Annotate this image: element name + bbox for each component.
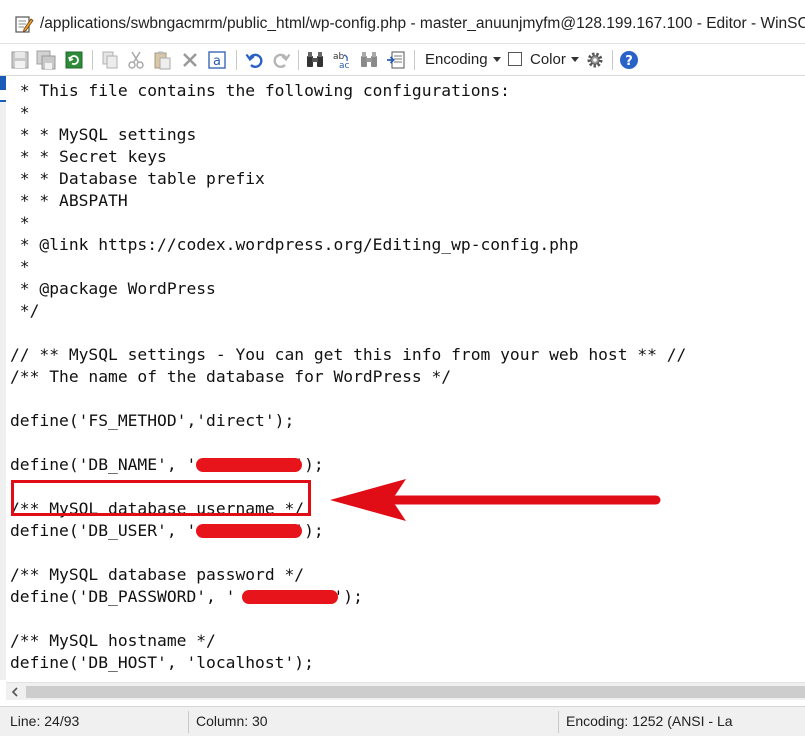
select-all-icon[interactable]: a — [205, 48, 229, 72]
undo-icon[interactable] — [242, 48, 266, 72]
toolbar-separator — [612, 50, 613, 70]
code-line: * * Database table prefix — [10, 169, 265, 188]
status-separator — [558, 711, 559, 733]
encoding-menu[interactable]: Encoding — [425, 51, 501, 68]
code-editor[interactable]: define('DB_HOST', 'localhost'); /** MySQL… — [6, 76, 805, 680]
svg-text:a: a — [213, 54, 221, 69]
code-line: * This file contains the following confi… — [10, 81, 510, 100]
redaction-mark — [196, 458, 302, 472]
find-icon[interactable] — [303, 48, 327, 72]
redaction-mark — [242, 590, 338, 604]
cut-icon[interactable] — [124, 48, 148, 72]
status-encoding: Encoding: 1252 (ANSI - La — [566, 713, 733, 729]
replace-icon[interactable]: ab ac — [330, 48, 354, 72]
code-line: * — [10, 103, 30, 122]
notepad-edit-icon — [14, 14, 34, 34]
svg-text:ac: ac — [339, 61, 350, 70]
save-all-icon[interactable] — [34, 48, 58, 72]
code-line: define('FS_METHOD','direct'); — [10, 411, 295, 430]
copy-icon[interactable] — [98, 48, 122, 72]
toolbar-separator — [414, 50, 415, 70]
reload-icon[interactable] — [62, 48, 86, 72]
save-icon[interactable] — [8, 48, 32, 72]
status-separator — [188, 711, 189, 733]
status-column: Column: 30 — [196, 713, 268, 729]
color-menu-label: Color — [530, 51, 566, 68]
code-line: * * Secret keys — [10, 147, 167, 166]
code-line: /** The name of the database for WordPre… — [10, 367, 452, 386]
code-line: * — [10, 257, 30, 276]
annotation-highlight-box — [11, 480, 311, 516]
encoding-menu-label: Encoding — [425, 51, 488, 68]
color-checkbox[interactable] — [508, 52, 522, 66]
code-line: /** MySQL database password */ — [10, 565, 305, 584]
status-line: Line: 24/93 — [10, 713, 80, 729]
help-icon[interactable]: ? — [617, 48, 641, 72]
delete-icon[interactable] — [178, 48, 202, 72]
code-line: /** MySQL hostname */ — [10, 631, 216, 650]
code-line: * @link https://codex.wordpress.org/Edit… — [10, 235, 579, 254]
horizontal-scrollbar[interactable] — [6, 682, 805, 700]
code-line: */ — [10, 301, 40, 320]
toolbar-separator — [92, 50, 93, 70]
paste-icon[interactable] — [150, 48, 174, 72]
color-menu[interactable]: Color — [530, 51, 579, 68]
code-line: define('DB_HOST', 'localhost'); — [10, 653, 314, 672]
code-line: * — [10, 213, 30, 232]
chevron-left-icon[interactable] — [6, 683, 24, 701]
window-title: /applications/swbngacmrm/public_html/wp-… — [40, 15, 805, 32]
code-line: * @package WordPress — [10, 279, 216, 298]
status-bar: Line: 24/93 Column: 30 Encoding: 1252 (A… — [0, 706, 805, 736]
chevron-down-icon — [570, 57, 579, 62]
code-line: * * ABSPATH — [10, 191, 128, 210]
svg-text:?: ? — [625, 54, 633, 69]
find-next-icon[interactable] — [357, 48, 381, 72]
winscp-editor-window: /applications/swbngacmrm/public_html/wp-… — [0, 0, 805, 736]
editor-toolbar: a ab ac Encoding Color ? — [0, 44, 805, 76]
code-line: // ** MySQL settings - You can get this … — [10, 345, 687, 364]
toolbar-separator — [236, 50, 237, 70]
title-bar: /applications/swbngacmrm/public_html/wp-… — [0, 0, 805, 44]
redo-icon[interactable] — [270, 48, 294, 72]
scrollbar-thumb[interactable] — [26, 686, 805, 698]
toolbar-separator — [298, 50, 299, 70]
redaction-mark — [196, 524, 302, 538]
chevron-down-icon — [492, 57, 501, 62]
annotation-arrow-icon — [330, 479, 661, 521]
code-line: * * MySQL settings — [10, 125, 197, 144]
go-to-line-icon[interactable] — [384, 48, 408, 72]
settings-icon[interactable] — [583, 48, 607, 72]
